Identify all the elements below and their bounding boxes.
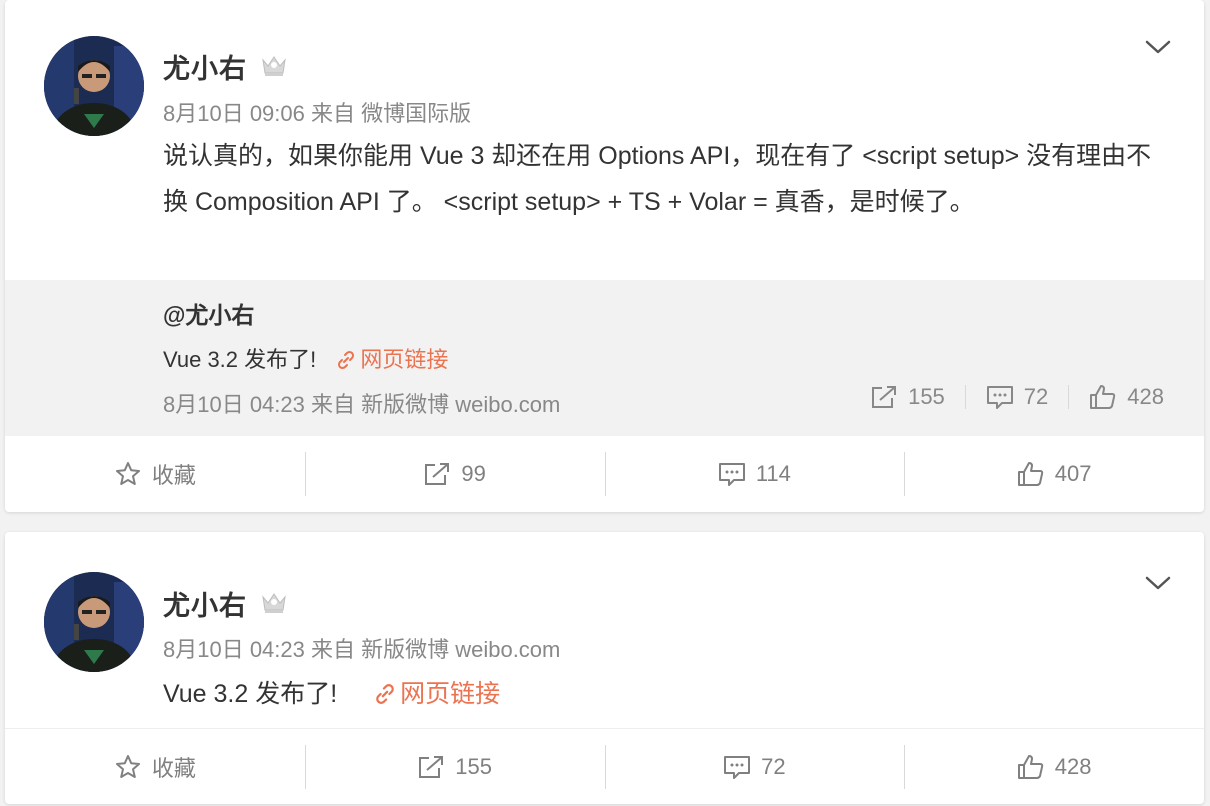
star-icon xyxy=(115,754,140,778)
like-count: 407 xyxy=(1054,461,1092,486)
web-link[interactable]: 网页链接 xyxy=(336,347,448,372)
like-button[interactable]: 407 xyxy=(904,436,1204,512)
comment-icon xyxy=(724,755,751,779)
repost-stats: 155 72 428 xyxy=(870,384,1164,410)
favorite-label: 收藏 xyxy=(151,755,196,781)
comment-icon xyxy=(986,386,1013,409)
repost-box[interactable]: @尤小右 Vue 3.2 发布了! 网页链接 8月10日 04:23 来自 新版… xyxy=(5,280,1204,436)
repost-like-count: 428 xyxy=(1127,384,1164,409)
repost-comment-count: 72 xyxy=(1023,384,1049,409)
weibo-post-card: 尤小右 8月10日 04:23 来自 新版微博 weibo.com Vue 3.… xyxy=(5,532,1204,804)
web-link-label[interactable]: 网页链接 xyxy=(360,347,448,372)
comment-button[interactable]: 72 xyxy=(604,729,905,804)
post-meta: 8月10日 04:23 来自 新版微博 weibo.com xyxy=(163,637,561,662)
favorite-button[interactable]: 收藏 xyxy=(5,436,305,512)
username[interactable]: 尤小右 xyxy=(163,47,247,86)
username[interactable]: 尤小右 xyxy=(163,584,247,623)
repost-username[interactable]: @尤小右 xyxy=(163,296,254,330)
post-text: Vue 3.2 发布了! 网页链接 xyxy=(163,674,500,710)
comment-count: 114 xyxy=(755,461,791,486)
repost-comment-button[interactable]: 72 xyxy=(986,384,1048,410)
thumbs-up-icon xyxy=(1017,462,1044,486)
comment-button[interactable]: 114 xyxy=(604,436,905,512)
comment-count: 72 xyxy=(761,753,786,779)
chevron-down-icon[interactable] xyxy=(1144,38,1172,56)
star-icon xyxy=(115,462,140,485)
chevron-down-icon[interactable] xyxy=(1144,574,1172,592)
link-icon xyxy=(338,350,355,370)
repost-text-body: Vue 3.2 发布了! xyxy=(163,347,317,372)
share-button[interactable]: 155 xyxy=(304,729,605,804)
post-text: 说认真的，如果你能用 Vue 3 却还在用 Options API，现在有了 <… xyxy=(163,142,1152,216)
vip-crown-icon xyxy=(259,52,289,78)
post-toolbar: 收藏 99 114 407 xyxy=(5,436,1204,512)
weibo-post-card: 尤小右 8月10日 09:06 来自 微博国际版 说认真的，如果你能用 Vue … xyxy=(5,0,1204,512)
favorite-button[interactable]: 收藏 xyxy=(5,729,305,804)
share-button[interactable]: 99 xyxy=(304,436,605,512)
share-icon xyxy=(419,755,444,778)
thumbs-up-icon xyxy=(1090,385,1116,409)
link-icon xyxy=(376,684,394,704)
avatar[interactable] xyxy=(44,572,144,672)
avatar[interactable] xyxy=(44,36,144,136)
thumbs-up-icon xyxy=(1017,754,1044,779)
share-count: 155 xyxy=(455,753,492,779)
web-link[interactable]: 网页链接 xyxy=(374,680,500,708)
like-button[interactable]: 428 xyxy=(904,729,1204,804)
share-icon xyxy=(425,463,450,485)
favorite-label: 收藏 xyxy=(151,463,196,488)
post-toolbar: 收藏 155 72 428 xyxy=(5,728,1204,804)
repost-text: Vue 3.2 发布了! 网页链接 xyxy=(163,342,448,374)
share-count: 99 xyxy=(461,461,486,486)
repost-like-button[interactable]: 428 xyxy=(1089,384,1164,410)
repost-meta: 8月10日 04:23 来自 新版微博 weibo.com xyxy=(163,392,561,417)
repost-share-count: 155 xyxy=(908,384,945,409)
share-icon xyxy=(872,386,897,408)
repost-share-button[interactable]: 155 xyxy=(870,384,945,410)
vip-crown-icon xyxy=(259,589,289,615)
post-text-body: Vue 3.2 发布了! xyxy=(163,680,338,708)
like-count: 428 xyxy=(1054,753,1092,779)
divider xyxy=(1068,385,1070,409)
web-link-label[interactable]: 网页链接 xyxy=(400,680,500,708)
post-meta: 8月10日 09:06 来自 微博国际版 xyxy=(163,101,472,126)
comment-icon xyxy=(718,463,745,486)
divider xyxy=(964,385,966,409)
